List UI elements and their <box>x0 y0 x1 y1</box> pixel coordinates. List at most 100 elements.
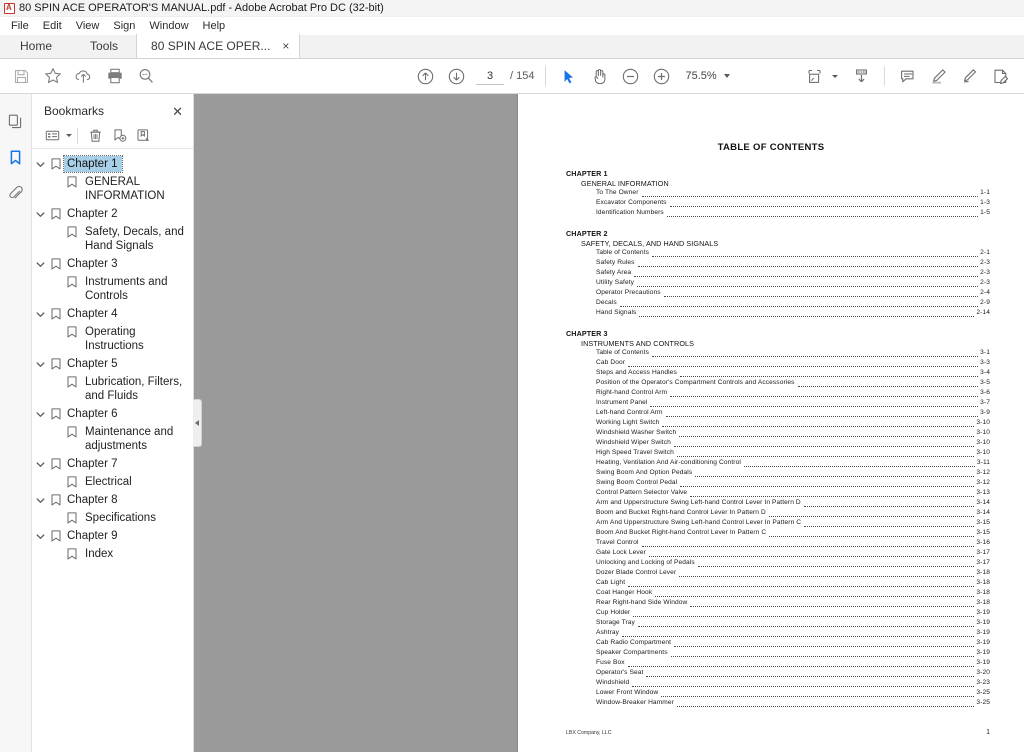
toc-entry[interactable]: Unlocking and Locking of Pedals 3-17 <box>596 558 990 568</box>
bookmark-item[interactable]: Chapter 7 <box>32 455 193 473</box>
toc-entry[interactable]: Cab Radio Compartment 3-19 <box>596 638 990 648</box>
toc-entry[interactable]: Arm And Upperstructure Swing Left-hand C… <box>596 518 990 528</box>
bookmark-item[interactable]: Chapter 3 <box>32 255 193 273</box>
bookmark-item[interactable]: Chapter 1 <box>32 155 193 173</box>
chevron-down-icon[interactable] <box>32 256 48 269</box>
toc-entry[interactable]: Lower Front Window 3-25 <box>596 688 990 698</box>
toc-entry[interactable]: Dozer Blade Control Lever 3-18 <box>596 568 990 578</box>
favorite-star-icon[interactable] <box>37 61 68 92</box>
hand-tool-button[interactable] <box>584 61 615 92</box>
previous-page-button[interactable] <box>410 61 441 92</box>
toc-entry[interactable]: Safety Rules 2-3 <box>596 258 990 268</box>
chevron-down-icon[interactable] <box>32 206 48 219</box>
chevron-down-icon[interactable] <box>723 74 730 78</box>
bookmark-item[interactable]: Chapter 8 <box>32 491 193 509</box>
menu-help[interactable]: Help <box>196 19 233 33</box>
toc-entry[interactable]: Heating, Ventilation And Air-conditionin… <box>596 458 990 468</box>
toc-entry[interactable]: Control Pattern Selector Valve 3-13 <box>596 488 990 498</box>
chevron-down-icon[interactable] <box>32 456 48 469</box>
fill-sign-icon[interactable] <box>985 61 1016 92</box>
bookmark-item[interactable]: Operating Instructions <box>32 323 193 355</box>
toc-entry[interactable]: Table of Contents 3-1 <box>596 348 990 358</box>
toc-entry[interactable]: Gate Lock Lever 3-17 <box>596 548 990 558</box>
toc-entry[interactable]: Table of Contents 2-1 <box>596 248 990 258</box>
bookmark-item[interactable]: Index <box>32 545 193 563</box>
bookmark-item[interactable]: Chapter 5 <box>32 355 193 373</box>
menu-sign[interactable]: Sign <box>106 19 142 33</box>
toc-entry[interactable]: Speaker Compartments 3-19 <box>596 648 990 658</box>
bookmark-item[interactable]: Chapter 6 <box>32 405 193 423</box>
zoom-out-button[interactable] <box>615 61 646 92</box>
toc-entry[interactable]: Arm and Upperstructure Swing Left-hand C… <box>596 498 990 508</box>
expand-bookmark-icon[interactable] <box>131 125 155 147</box>
chevron-down-icon[interactable] <box>32 492 48 505</box>
attachments-paperclip-icon[interactable] <box>3 178 29 208</box>
chevron-down-icon[interactable] <box>32 356 48 369</box>
toc-entry[interactable]: Cab Light 3-18 <box>596 578 990 588</box>
toc-entry[interactable]: Steps and Access Handles 3-4 <box>596 368 990 378</box>
bookmark-item[interactable]: Safety, Decals, and Hand Signals <box>32 223 193 255</box>
toc-entry[interactable]: Instrument Panel 3-7 <box>596 398 990 408</box>
delete-bookmark-icon[interactable] <box>83 125 107 147</box>
close-icon[interactable]: ✕ <box>172 105 183 118</box>
menu-file[interactable]: File <box>4 19 36 33</box>
bookmark-item[interactable]: Lubrication, Filters, and Fluids <box>32 373 193 405</box>
tab-document[interactable]: 80 SPIN ACE OPER... × <box>136 34 301 58</box>
zoom-in-button[interactable] <box>646 61 677 92</box>
bookmark-options-chevron-icon[interactable] <box>66 134 72 137</box>
toc-entry[interactable]: Boom and Bucket Right-hand Control Lever… <box>596 508 990 518</box>
draw-freeform-icon[interactable] <box>954 61 985 92</box>
bookmark-item[interactable]: Chapter 2 <box>32 205 193 223</box>
print-icon[interactable] <box>99 61 130 92</box>
chevron-down-icon[interactable] <box>32 156 48 169</box>
highlight-pen-icon[interactable] <box>923 61 954 92</box>
upload-cloud-icon[interactable] <box>68 61 99 92</box>
toc-entry[interactable]: Decals 2-9 <box>596 298 990 308</box>
toc-entry[interactable]: Working Light Switch 3-10 <box>596 418 990 428</box>
toc-entry[interactable]: Travel Control 3-16 <box>596 538 990 548</box>
close-icon[interactable]: × <box>282 40 289 52</box>
bookmark-item[interactable]: Chapter 4 <box>32 305 193 323</box>
toc-entry[interactable]: Storage Tray 3-19 <box>596 618 990 628</box>
toc-entry[interactable]: Coat Hanger Hook 3-18 <box>596 588 990 598</box>
toc-entry[interactable]: Rear Right-hand Side Window 3-18 <box>596 598 990 608</box>
toc-entry[interactable]: Excavator Components 1-3 <box>596 198 990 208</box>
document-viewport[interactable]: TABLE OF CONTENTS CHAPTER 1 GENERAL INFOR… <box>194 94 1024 752</box>
toc-entry[interactable]: Windshield 3-23 <box>596 678 990 688</box>
toc-entry[interactable]: Operator's Seat 3-20 <box>596 668 990 678</box>
chevron-down-icon[interactable] <box>32 306 48 319</box>
toc-entry[interactable]: Window-Breaker Hammer 3-25 <box>596 698 990 708</box>
chevron-down-icon[interactable] <box>32 528 48 541</box>
toc-entry[interactable]: Windshield Wiper Switch 3-10 <box>596 438 990 448</box>
bookmarks-icon[interactable] <box>3 142 29 172</box>
menu-window[interactable]: Window <box>142 19 195 33</box>
bookmark-options-icon[interactable] <box>40 125 64 147</box>
toc-entry[interactable]: High Speed Travel Switch 3-10 <box>596 448 990 458</box>
toc-entry[interactable]: Swing Boom And Option Pedals 3-12 <box>596 468 990 478</box>
fit-page-chevron-icon[interactable] <box>832 74 838 78</box>
bookmark-item[interactable]: Maintenance and adjustments <box>32 423 193 455</box>
page-number-input[interactable] <box>476 67 504 85</box>
bookmark-item[interactable]: Specifications <box>32 509 193 527</box>
bookmark-item[interactable]: Electrical <box>32 473 193 491</box>
toc-entry[interactable]: Operator Precautions 2-4 <box>596 288 990 298</box>
menu-edit[interactable]: Edit <box>36 19 69 33</box>
zoom-level-label[interactable]: 75.5% <box>685 70 716 82</box>
toc-entry[interactable]: Position of the Operator's Compartment C… <box>596 378 990 388</box>
tab-home[interactable]: Home <box>0 34 72 58</box>
chevron-down-icon[interactable] <box>32 406 48 419</box>
save-button[interactable] <box>6 61 37 92</box>
fit-page-button[interactable] <box>799 61 830 92</box>
toc-entry[interactable]: Cup Holder 3-19 <box>596 608 990 618</box>
scroll-mode-button[interactable] <box>846 61 877 92</box>
toc-entry[interactable]: Safety Area 2-3 <box>596 268 990 278</box>
toc-entry[interactable]: Fuse Box 3-19 <box>596 658 990 668</box>
toc-entry[interactable]: Identification Numbers 1-5 <box>596 208 990 218</box>
toc-entry[interactable]: Ashtray 3-19 <box>596 628 990 638</box>
toc-entry[interactable]: Windshield Washer Switch 3-10 <box>596 428 990 438</box>
toc-entry[interactable]: Boom And Bucket Right-hand Control Lever… <box>596 528 990 538</box>
collapse-navigation-pane-button[interactable] <box>193 399 202 447</box>
menu-view[interactable]: View <box>69 19 107 33</box>
bookmark-item[interactable]: Instruments and Controls <box>32 273 193 305</box>
toc-entry[interactable]: Hand Signals 2-14 <box>596 308 990 318</box>
